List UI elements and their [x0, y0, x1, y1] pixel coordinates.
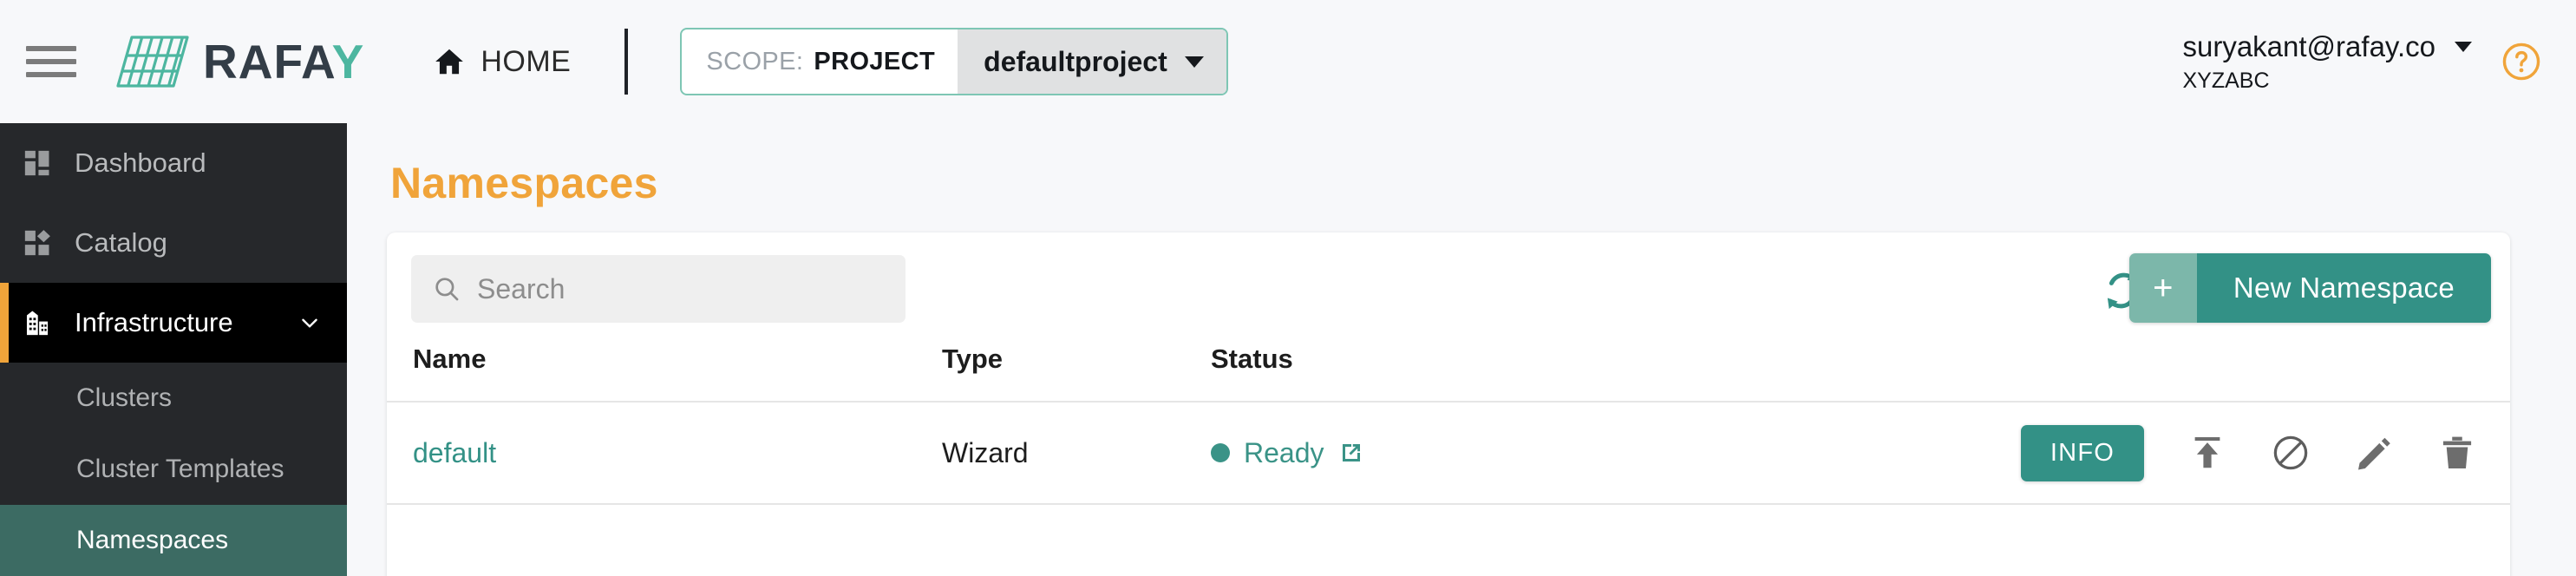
edit-pencil-icon[interactable]	[2354, 433, 2394, 473]
cell-name: default	[387, 402, 942, 505]
table-header-row: Name Type Status	[387, 344, 2510, 403]
sidebar-item-cluster-templates[interactable]: Cluster Templates	[0, 434, 347, 505]
sidebar-item-infrastructure[interactable]: Infrastructure	[0, 283, 347, 363]
scope-project-value: defaultproject	[984, 45, 1167, 77]
table-body: default Wizard Ready INFO	[387, 402, 2510, 576]
scope-project-dropdown[interactable]: defaultproject	[958, 29, 1226, 94]
cell-type	[942, 504, 1211, 576]
external-link-icon[interactable]	[1338, 440, 1364, 466]
hamburger-line	[26, 59, 76, 64]
plus-icon: +	[2128, 253, 2197, 323]
status-text: Ready	[1244, 436, 1324, 468]
header-divider	[624, 29, 629, 95]
table-header: Name Type Status	[387, 344, 2510, 403]
scope-selector[interactable]: SCOPE: PROJECT defaultproject	[680, 28, 1228, 95]
home-icon	[435, 49, 464, 75]
cell-name	[387, 504, 942, 576]
help-circle-icon[interactable]	[2501, 42, 2541, 82]
namespace-name-link[interactable]: default	[413, 437, 496, 468]
sidebar-item-clusters[interactable]: Clusters	[0, 363, 347, 434]
table-row: default Wizard Ready INFO	[387, 402, 2510, 505]
search-input[interactable]	[477, 272, 885, 305]
namespaces-table: Name Type Status default Wizard Ready IN…	[387, 344, 2510, 576]
scope-label: SCOPE: PROJECT	[682, 29, 958, 94]
column-header-actions	[1731, 344, 2510, 403]
top-bar: RAFAY HOME SCOPE: PROJECT defaultproject…	[0, 0, 2576, 123]
chevron-down-icon	[1184, 56, 1204, 68]
sidebar-item-label: Catalog	[75, 227, 167, 258]
hamburger-line	[26, 72, 76, 77]
cell-status: Ready	[1211, 402, 1731, 505]
sidebar-item-catalog[interactable]: Catalog	[0, 203, 347, 283]
delete-trash-icon[interactable]	[2437, 433, 2477, 473]
brand-name: RAFAY	[203, 34, 365, 88]
new-namespace-label: New Namespace	[2196, 253, 2491, 323]
namespaces-card: + New Namespace Name Type Status default	[387, 232, 2510, 576]
search-box[interactable]	[411, 255, 906, 323]
sidebar-item-label: Clusters	[76, 383, 173, 412]
hamburger-line	[26, 46, 76, 51]
page-title: Namespaces	[390, 159, 658, 207]
topbar-right-group: suryakant@rafay.co XYZABC	[2182, 0, 2541, 123]
user-email: suryakant@rafay.co	[2182, 29, 2435, 62]
brand-logo[interactable]: RAFAY	[114, 34, 364, 89]
cell-actions	[1731, 504, 2510, 576]
rafay-logo-icon	[116, 36, 189, 88]
column-header-name[interactable]: Name	[387, 344, 942, 403]
status-badge: Ready	[1211, 437, 1731, 469]
sidebar-item-label: Infrastructure	[75, 307, 233, 337]
sidebar-item-namespaces[interactable]: Namespaces	[0, 505, 347, 576]
user-menu-trigger[interactable]: suryakant@rafay.co	[2182, 30, 2472, 63]
table-toolbar: + New Namespace	[387, 232, 2510, 344]
catalog-grid-icon	[23, 228, 52, 258]
chevron-down-icon	[2455, 41, 2472, 52]
search-icon	[435, 278, 459, 301]
user-org-name: XYZABC	[2182, 68, 2270, 93]
main-content: Namespaces + New Namespace	[347, 123, 2576, 576]
scope-kind-text: PROJECT	[814, 47, 936, 75]
cell-actions: INFO	[1731, 402, 2510, 505]
column-header-status[interactable]: Status	[1211, 344, 1731, 403]
hamburger-menu-icon[interactable]	[26, 43, 76, 81]
sidebar-item-label: Dashboard	[75, 147, 206, 178]
sidebar-item-label: Namespaces	[76, 526, 229, 554]
new-namespace-button[interactable]: + New Namespace	[2128, 253, 2491, 323]
building-icon	[23, 308, 52, 337]
table-row	[387, 504, 2510, 576]
dashboard-grid-icon	[23, 148, 52, 178]
info-button[interactable]: INFO	[2020, 424, 2144, 481]
cell-status	[1211, 504, 1731, 576]
row-actions: INFO	[1731, 424, 2510, 481]
user-account-block: suryakant@rafay.co XYZABC	[2182, 30, 2472, 94]
home-label: HOME	[481, 44, 572, 78]
home-nav-link[interactable]: HOME	[432, 45, 571, 79]
disable-block-icon[interactable]	[2271, 433, 2311, 473]
status-dot-icon	[1211, 443, 1230, 462]
sidebar-nav: Dashboard Catalog Infrastructure Cluster…	[0, 123, 347, 576]
chevron-down-icon[interactable]	[298, 311, 321, 334]
column-header-type[interactable]: Type	[942, 344, 1211, 403]
sidebar-item-label: Cluster Templates	[76, 455, 284, 483]
scope-key-text: SCOPE:	[706, 47, 804, 75]
publish-upload-icon[interactable]	[2187, 433, 2227, 473]
cell-type: Wizard	[942, 402, 1211, 505]
sidebar-item-dashboard[interactable]: Dashboard	[0, 123, 347, 203]
